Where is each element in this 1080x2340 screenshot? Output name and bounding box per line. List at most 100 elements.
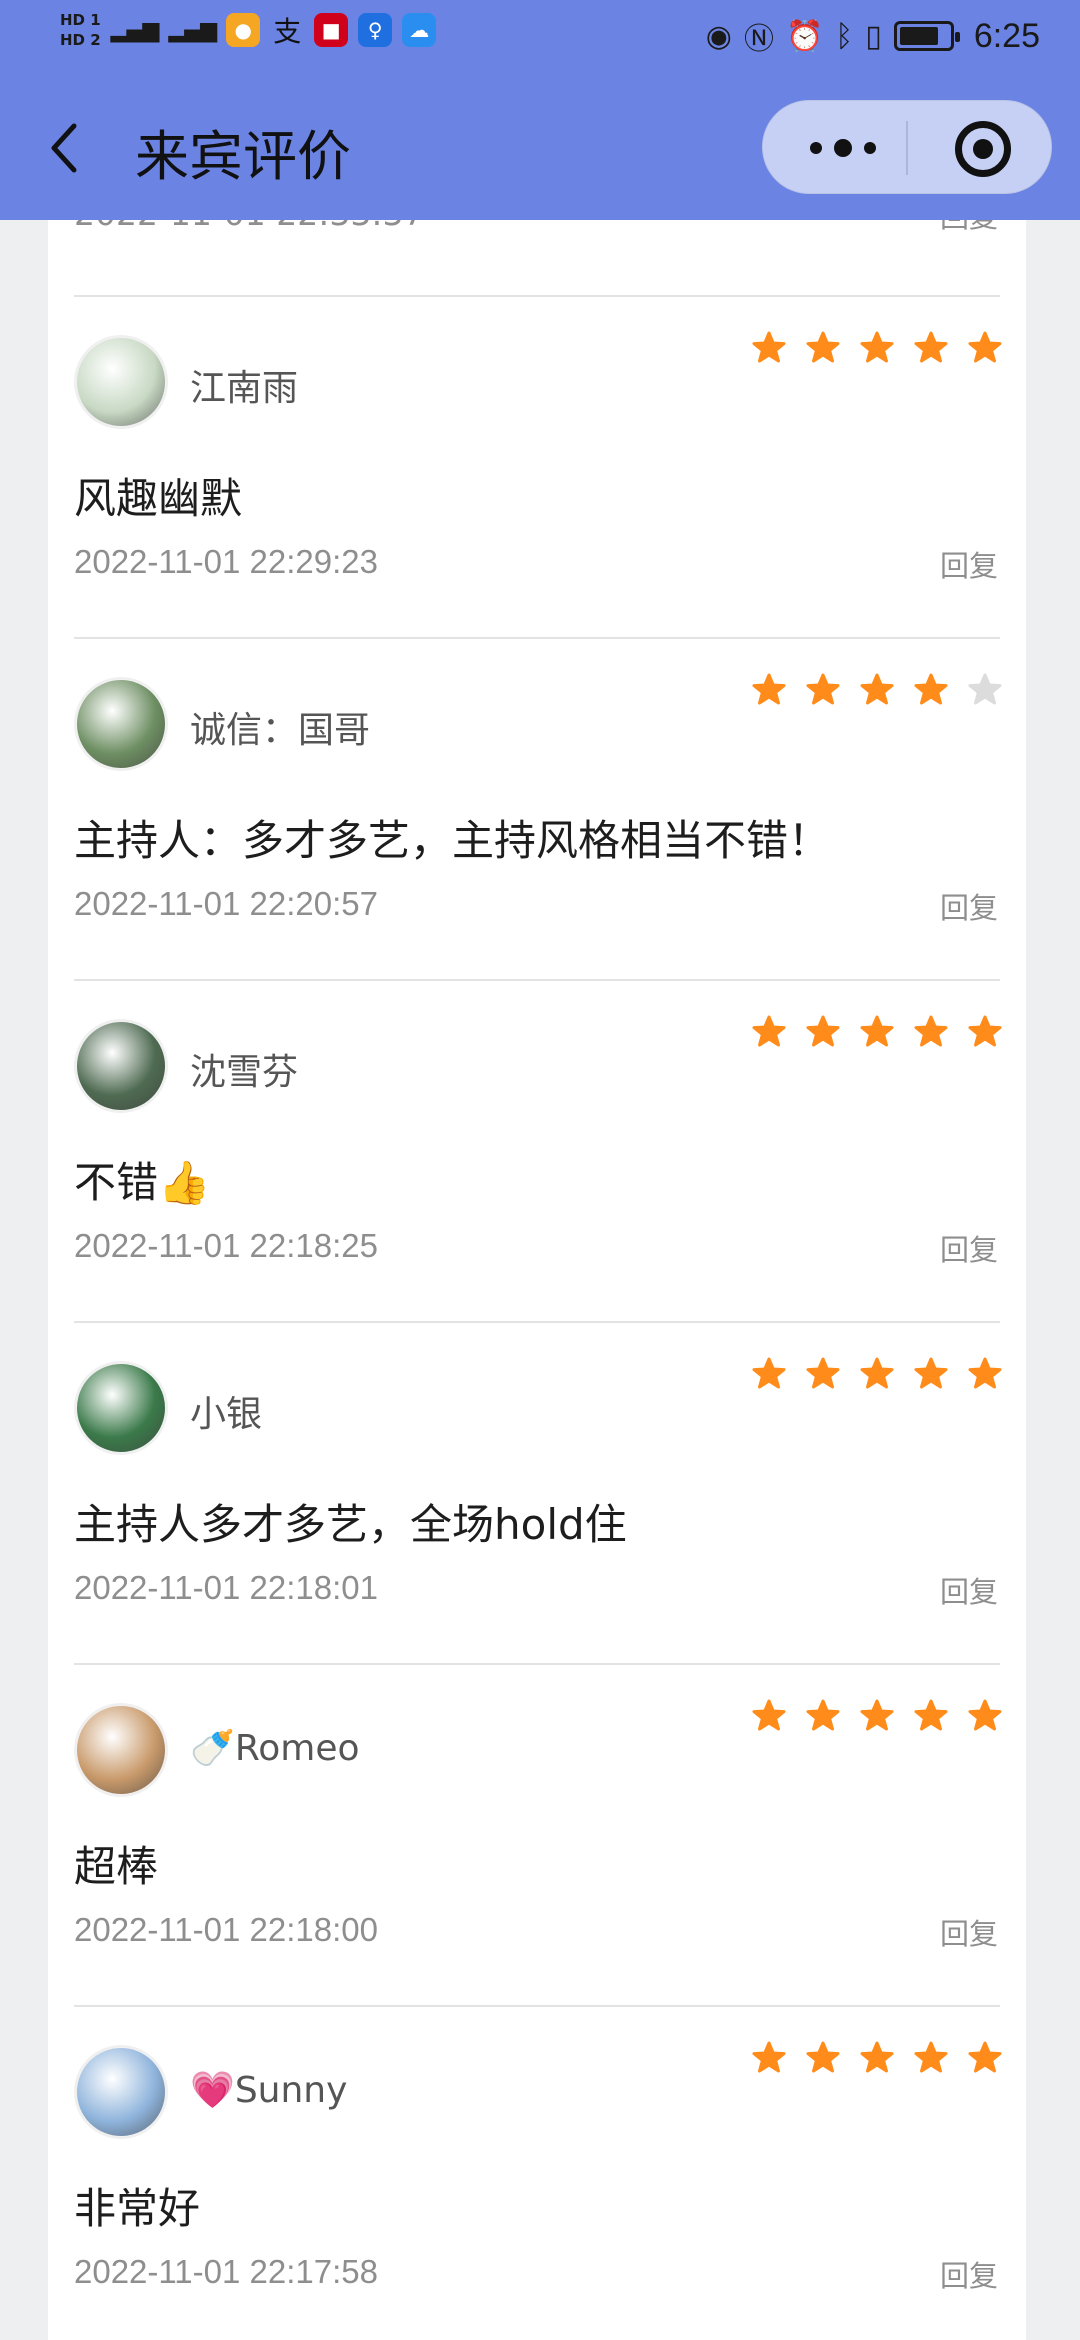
reviewer-name: 🍼Romeo [190,1728,360,1769]
back-button[interactable] [40,118,90,178]
review-item: 诚信：国哥 主持人：多才多艺，主持风格相当不错！ 2022-11-01 22:2… [48,637,1026,979]
star-icon [806,1357,840,1389]
star-rating [752,1357,1002,1391]
star-icon [914,673,948,705]
divider [74,1663,1000,1665]
more-dots-icon-center [834,139,852,157]
alipay-icon: 支 [273,15,302,48]
review-date: 2022-11-01 22:18:00 [74,1911,378,1948]
sim2-badge: HD 2 [60,31,101,49]
review-comment: 风趣幽默 [74,474,243,523]
star-icon [968,673,1002,705]
battery-icon [893,21,960,51]
star-icon [968,1699,1002,1731]
nfc-icon: Ⓝ [743,22,774,57]
divider [74,979,1000,981]
top-bar: HD 1 HD 2 ▂▄▆ ▂▄▆ ● 支 ■ ♀ ☁ ◉ Ⓝ ⏰ ᛒ ▯ 6:… [0,0,1080,220]
star-icon [914,1699,948,1731]
reviewer-name: 沈雪芬 [190,1052,299,1093]
bulb-icon: ♀ [358,13,393,47]
divider [74,637,1000,639]
divider [74,295,1000,297]
reply-button[interactable]: 回复 [940,1569,998,1611]
more-dots-icon [810,142,822,154]
review-list: 2022-11-01 22:33:37 回复 江南雨 风趣幽默 2022-11-… [48,150,1026,2340]
review-comment: 不错👍 [74,1158,211,1207]
reply-button[interactable]: 回复 [940,885,998,927]
star-rating [752,1015,1002,1049]
vibrate-icon: ▯ [865,18,882,54]
star-rating [752,1699,1002,1733]
review-date: 2022-11-01 22:29:23 [74,543,378,580]
star-icon [914,1357,948,1389]
star-icon [806,1699,840,1731]
review-item: 小银 主持人多才多艺，全场hold住 2022-11-01 22:18:01 回… [48,1321,1026,1663]
avatar[interactable] [74,335,168,429]
star-icon [806,2041,840,2073]
review-comment: 主持人：多才多艺，主持风格相当不错！ [74,816,831,865]
star-icon [860,331,894,363]
bluetooth-icon: ᛒ [835,18,854,54]
status-bar: HD 1 HD 2 ▂▄▆ ▂▄▆ ● 支 ■ ♀ ☁ ◉ Ⓝ ⏰ ᛒ ▯ 6:… [0,0,1080,76]
reviewer-name: 江南雨 [190,368,299,409]
avatar[interactable] [74,2045,168,2139]
star-icon [968,1015,1002,1047]
weibo-icon: ● [226,13,261,47]
star-rating [752,2041,1002,2075]
status-left: HD 1 HD 2 ▂▄▆ ▂▄▆ ● 支 ■ ♀ ☁ [60,10,437,50]
star-icon [806,1015,840,1047]
signal-icon-2: ▂▄▆ [168,17,217,43]
star-rating [752,331,1002,365]
star-icon [860,1699,894,1731]
more-dots-icon-right [864,142,876,154]
avatar[interactable] [74,1361,168,1455]
mini-program-capsule [762,100,1052,194]
review-comment: 非常好 [74,2184,201,2233]
review-item: 🍼Romeo 超棒 2022-11-01 22:18:00 回复 [48,1663,1026,2005]
star-icon [752,673,786,705]
avatar[interactable] [74,1703,168,1797]
sim1-badge: HD 1 [60,11,101,29]
star-icon [752,1015,786,1047]
capsule-divider [906,121,908,175]
review-date: 2022-11-01 22:17:58 [74,2253,378,2290]
status-right: ◉ Ⓝ ⏰ ᛒ ▯ 6:25 [706,14,1040,58]
star-icon [914,2041,948,2073]
sim-badges: HD 1 HD 2 [60,10,101,50]
review-comment: 超棒 [74,1842,159,1891]
news-icon: ■ [314,13,349,47]
review-item: 💗Sunny 非常好 2022-11-01 22:17:58 回复 [48,2005,1026,2340]
reply-button[interactable]: 回复 [940,2253,998,2295]
star-icon [752,331,786,363]
more-button[interactable] [793,101,893,195]
avatar[interactable] [74,1019,168,1113]
reply-button[interactable]: 回复 [940,1911,998,1953]
star-icon [860,673,894,705]
star-icon [752,1699,786,1731]
reply-button[interactable]: 回复 [940,1227,998,1269]
star-icon [806,331,840,363]
chevron-left-icon [51,123,77,173]
star-icon [968,331,1002,363]
star-icon [914,331,948,363]
review-date: 2022-11-01 22:20:57 [74,885,378,922]
divider [74,2005,1000,2007]
reviewer-name: 小银 [190,1394,263,1435]
reply-button[interactable]: 回复 [940,543,998,585]
star-icon [968,1357,1002,1389]
star-icon [860,1357,894,1389]
star-icon [968,2041,1002,2073]
review-item: 江南雨 风趣幽默 2022-11-01 22:29:23 回复 [48,295,1026,637]
eye-icon: ◉ [705,18,732,54]
star-icon [806,673,840,705]
star-icon [860,2041,894,2073]
avatar[interactable] [74,677,168,771]
review-item: 沈雪芬 不错👍 2022-11-01 22:18:25 回复 [48,979,1026,1321]
close-button[interactable] [955,121,1011,177]
star-rating [752,673,1002,707]
review-comment: 主持人多才多艺，全场hold住 [74,1500,627,1549]
clock: 6:25 [973,16,1040,55]
divider [74,1321,1000,1323]
reviewer-name: 诚信：国哥 [190,710,371,751]
signal-icon: ▂▄▆ [110,17,160,43]
